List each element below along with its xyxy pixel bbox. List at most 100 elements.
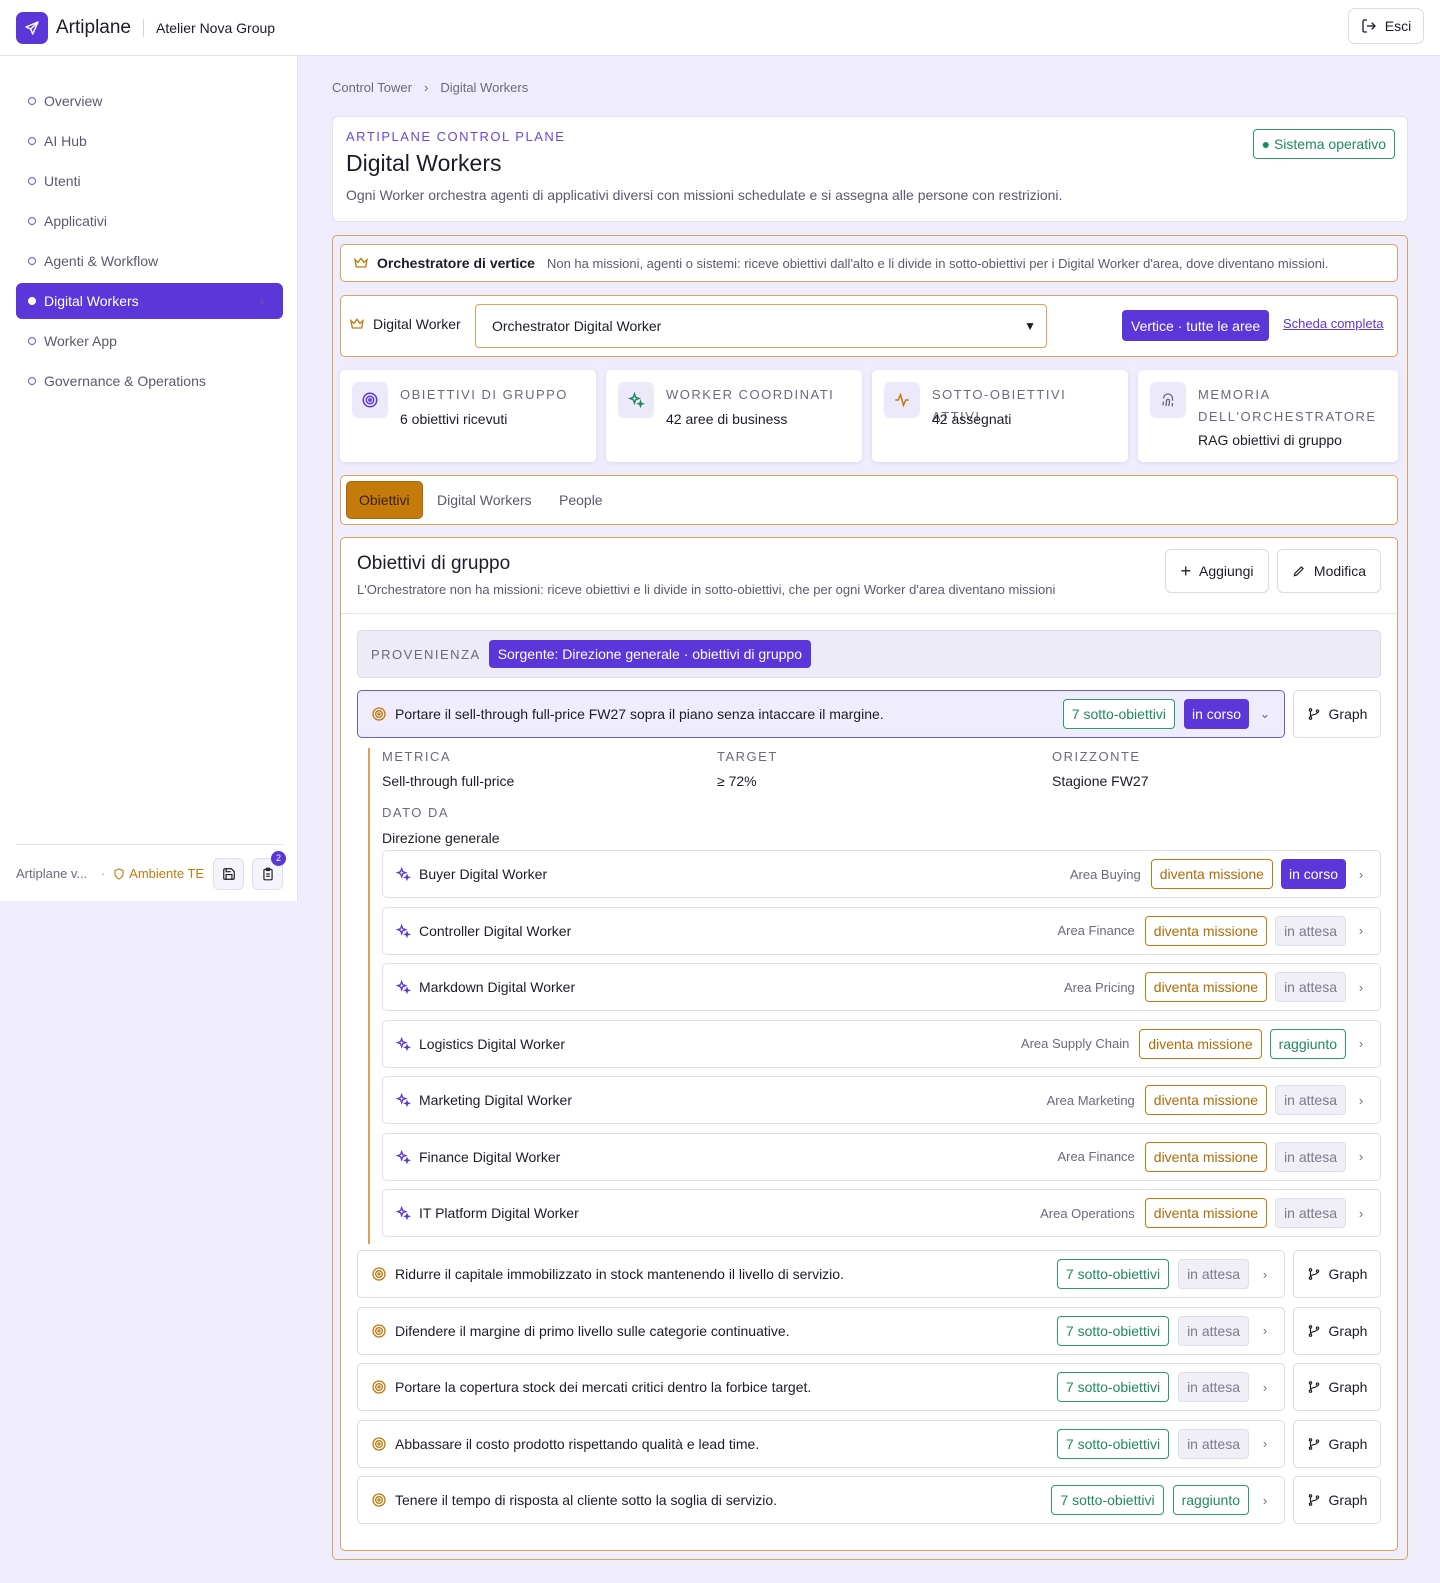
- clipboard-button[interactable]: 2: [252, 850, 286, 890]
- status-badge: in attesa: [1275, 972, 1346, 1002]
- paper-plane-logo-icon[interactable]: [16, 11, 48, 44]
- tab-digital-workers[interactable]: Digital Workers: [425, 481, 544, 519]
- breadcrumb-item-control-tower[interactable]: Control Tower: [332, 80, 412, 95]
- panel-subtitle: L'Orchestratore non ha missioni: riceve …: [357, 582, 1056, 597]
- objective-tags: 7 sotto-obiettivi in attesa ›: [1056, 1372, 1272, 1402]
- add-objective-button[interactable]: + Aggiungi: [1165, 549, 1269, 593]
- objective-row[interactable]: Ridurre il capitale immobilizzato in sto…: [357, 1250, 1285, 1298]
- target-icon: [371, 1492, 387, 1508]
- graph-button[interactable]: Graph: [1293, 690, 1381, 738]
- sidebar-item-digital-workers[interactable]: Digital Workers ›: [16, 283, 283, 319]
- chevron-right-icon[interactable]: ›: [1354, 1206, 1368, 1221]
- objective-row[interactable]: Abbassare il costo prodotto rispettando …: [357, 1419, 1285, 1468]
- kpi-label: WORKER COORDINATI: [666, 387, 835, 402]
- status-badge: in attesa: [1178, 1372, 1249, 1402]
- subgoal-tags: Area Finance diventa missione in attesa ›: [1057, 1141, 1368, 1172]
- provenance-bar: PROVENIENZA Sorgente: Direzione generale…: [357, 630, 1381, 678]
- chevron-right-icon[interactable]: ›: [1354, 1093, 1368, 1108]
- objective-row[interactable]: Tenere il tempo di risposta al cliente s…: [357, 1476, 1285, 1524]
- subgoal-tags: Area Supply Chain diventa missione raggiun…: [1021, 1028, 1368, 1059]
- status-badge: in attesa: [1275, 915, 1346, 946]
- sidebar-item-applicativi[interactable]: Applicativi: [16, 203, 283, 239]
- sidebar-item-worker-app[interactable]: Worker App: [16, 323, 283, 359]
- chevron-right-icon[interactable]: ›: [1354, 1149, 1368, 1164]
- subgoal-tags: Area Buying diventa missione in corso ›: [1070, 859, 1368, 889]
- target-icon: [371, 1323, 387, 1339]
- sparkle-icon: [395, 923, 411, 939]
- worker-name: IT Platform Digital Worker: [419, 1205, 579, 1221]
- worker-select[interactable]: Orchestrator Digital Worker ▼: [475, 304, 1047, 348]
- chevron-right-icon: ›: [423, 80, 429, 95]
- objective-row-expanded[interactable]: Portare il sell-through full-price FW27 …: [357, 690, 1285, 738]
- objective-tags: 7 sotto-obiettivi in corso ⌄: [1062, 699, 1272, 729]
- kpi-value: 42 assegnati: [932, 411, 1012, 427]
- chevron-right-icon[interactable]: ›: [1258, 1267, 1272, 1282]
- fingerprint-icon: [1150, 382, 1186, 418]
- worker-name: Logistics Digital Worker: [419, 1035, 566, 1052]
- full-card-link[interactable]: Scheda completa: [1283, 316, 1383, 331]
- system-status-badge: ● Sistema operativo: [1252, 129, 1395, 159]
- sidebar-item-utenti[interactable]: Utenti: [16, 163, 283, 199]
- save-button[interactable]: [213, 857, 245, 890]
- subgoal-row[interactable]: Logistics Digital Worker Area Supply Chai…: [382, 1019, 1381, 1068]
- objective-text: Abbassare il costo prodotto rispettando …: [395, 1435, 760, 1452]
- objective-row[interactable]: Difendere il margine di primo livello su…: [357, 1306, 1285, 1355]
- status-badge: in attesa: [1275, 1085, 1346, 1115]
- vertex-all-areas-button[interactable]: Vertice · tutte le aree: [1122, 310, 1270, 341]
- objective-tags: 7 sotto-obiettivi raggiunto ›: [1051, 1485, 1272, 1515]
- becomes-mission-badge: diventa missione: [1144, 972, 1268, 1002]
- target-icon: [352, 382, 388, 418]
- objective-row[interactable]: Portare la copertura stock dei mercati c…: [357, 1363, 1285, 1411]
- sidebar-item-agenti-workflow[interactable]: Agenti & Workflow: [16, 243, 283, 279]
- sidebar-item-label: Agenti & Workflow: [44, 253, 159, 269]
- graph-button[interactable]: Graph: [1293, 1419, 1381, 1468]
- subgoal-row[interactable]: Markdown Digital Worker Area Pricing diven…: [382, 963, 1381, 1011]
- nav-dot-icon: [28, 177, 36, 185]
- environment-badge: Ambiente TE: [113, 866, 205, 881]
- sidebar-item-label: Applicativi: [44, 213, 108, 229]
- graph-button[interactable]: Graph: [1293, 1250, 1381, 1298]
- metric-label: METRICA: [382, 749, 451, 764]
- chevron-right-icon[interactable]: ›: [1258, 1323, 1272, 1338]
- tab-people[interactable]: People: [547, 481, 615, 519]
- target-icon: [371, 1379, 387, 1395]
- subgoal-row[interactable]: Marketing Digital Worker Area Marketing di…: [382, 1076, 1381, 1124]
- chevron-right-icon[interactable]: ›: [1258, 1380, 1272, 1395]
- graph-button[interactable]: Graph: [1293, 1476, 1381, 1524]
- chevron-right-icon[interactable]: ›: [1354, 1036, 1368, 1051]
- status-badge: in corso: [1280, 859, 1346, 889]
- brand-name: Artiplane: [56, 16, 131, 38]
- sidebar-item-label: Governance & Operations: [44, 373, 206, 389]
- sidebar-item-overview[interactable]: Overview: [16, 83, 283, 119]
- subgoal-row[interactable]: IT Platform Digital Worker Area Operation…: [382, 1189, 1381, 1237]
- objective-text: Ridurre il capitale immobilizzato in sto…: [395, 1266, 844, 1282]
- provenance-source-badge: Sorgente: Direzione generale · obiettivi…: [488, 640, 811, 668]
- worker-name: Buyer Digital Worker: [419, 866, 548, 882]
- git-branch-icon: [1307, 1493, 1321, 1507]
- nav-dot-icon: [28, 297, 36, 305]
- graph-button[interactable]: Graph: [1293, 1306, 1381, 1355]
- subgoal-tags: Area Finance diventa missione in attesa ›: [1057, 915, 1368, 946]
- graph-button[interactable]: Graph: [1293, 1363, 1381, 1411]
- chevron-down-icon[interactable]: ⌄: [1258, 706, 1272, 722]
- objective-tags: 7 sotto-obiettivi in attesa ›: [1056, 1259, 1272, 1289]
- chevron-right-icon[interactable]: ›: [1354, 867, 1368, 882]
- subgoal-row[interactable]: Buyer Digital Worker Area Buying diventa m…: [382, 850, 1381, 898]
- sidebar-item-governance[interactable]: Governance & Operations: [16, 363, 283, 399]
- logout-button[interactable]: Esci: [1348, 8, 1424, 44]
- chevron-right-icon[interactable]: ›: [1258, 1493, 1272, 1508]
- chevron-right-icon[interactable]: ›: [1354, 923, 1368, 938]
- chevron-right-icon[interactable]: ›: [1354, 980, 1368, 995]
- worker-selector-bar: Digital Worker Orchestrator Digital Work…: [340, 295, 1398, 357]
- worker-select-value: Orchestrator Digital Worker: [492, 318, 662, 334]
- tab-obiettivi[interactable]: Obiettivi: [346, 481, 423, 519]
- crown-icon: [353, 257, 369, 268]
- objective-text: Portare il sell-through full-price FW27 …: [395, 706, 884, 722]
- subgoal-row[interactable]: Finance Digital Worker Area Finance divent…: [382, 1132, 1381, 1181]
- given-by-value: Direzione generale: [382, 830, 500, 846]
- subgoal-row[interactable]: Controller Digital Worker Area Finance div…: [382, 906, 1381, 955]
- edit-objective-button[interactable]: Modifica: [1277, 549, 1381, 593]
- area-label: Area Finance: [1057, 923, 1135, 938]
- chevron-right-icon[interactable]: ›: [1258, 1436, 1272, 1451]
- sidebar-item-ai-hub[interactable]: AI Hub: [16, 123, 283, 159]
